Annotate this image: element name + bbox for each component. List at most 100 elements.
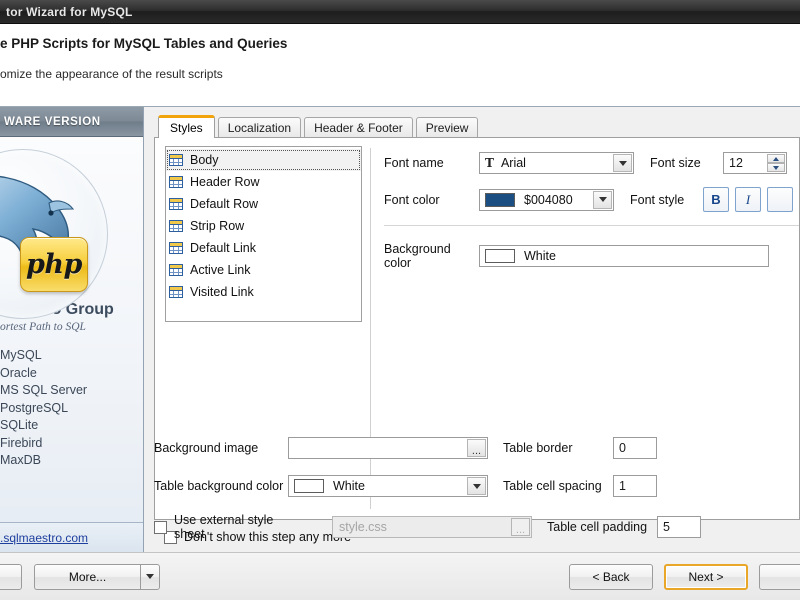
tab-preview[interactable]: Preview	[415, 117, 479, 137]
external-css-row: Use external style sheet style.css ... T…	[154, 513, 800, 541]
page-title: e PHP Scripts for MySQL Tables and Queri…	[0, 36, 288, 51]
page-subtitle: omize the appearance of the result scrip…	[0, 67, 223, 81]
footer-right-buttons: < Back Next >	[569, 563, 800, 590]
db-item: SQLite	[0, 418, 39, 432]
font-size-stepper[interactable]: 12	[723, 152, 787, 174]
font-color-value: $004080	[524, 192, 573, 207]
table-border-label: Table border	[503, 441, 573, 455]
background-color-combo[interactable]: White	[479, 245, 769, 267]
table-icon	[169, 198, 183, 210]
table-icon	[169, 242, 183, 254]
chevron-down-icon[interactable]	[593, 190, 612, 209]
font-name-value: Arial	[500, 156, 526, 170]
italic-button[interactable]: I	[735, 187, 761, 212]
external-css-checkbox[interactable]: Use external style sheet	[154, 513, 288, 541]
window-title: tor Wizard for MySQL	[6, 4, 133, 19]
tab-styles[interactable]: Styles	[158, 115, 215, 138]
section-separator	[384, 225, 799, 226]
sidebar-database-list: MySQL Oracle MS SQL Server PostgreSQL SQ…	[0, 347, 143, 470]
table-icon	[169, 154, 183, 166]
background-image-input[interactable]: ...	[288, 437, 488, 459]
tab-header-footer[interactable]: Header & Footer	[304, 117, 413, 137]
font-name-combo[interactable]: T Arial	[479, 152, 634, 174]
font-color-combo[interactable]: $004080	[479, 188, 614, 211]
list-item-label: Body	[190, 153, 219, 167]
background-color-label: Background color	[384, 242, 451, 270]
browse-button[interactable]: ...	[511, 518, 530, 536]
external-css-input[interactable]: style.css ...	[332, 516, 532, 538]
db-item: Oracle	[0, 365, 37, 380]
table-cell-padding-stepper[interactable]: 5	[657, 516, 701, 538]
font-color-row: Font color $004080 Font style B I	[384, 187, 799, 212]
website-link[interactable]: .sqlmaestro.com	[0, 531, 88, 545]
font-name-row: Font name T Arial Font size 12	[384, 152, 799, 174]
table-icon	[169, 176, 183, 188]
table-cell-spacing-value: 1	[619, 479, 626, 493]
more-button[interactable]: More...	[34, 563, 140, 590]
bold-button[interactable]: B	[703, 187, 729, 212]
background-image-label: Background image	[154, 441, 259, 455]
wizard-footer: More... < Back Next >	[0, 552, 800, 600]
table-settings-group: Background image ... Table border 0 Tabl…	[154, 437, 800, 554]
db-item: MaxDB	[0, 453, 41, 467]
spin-up-icon[interactable]	[767, 154, 785, 163]
help-button[interactable]	[0, 563, 22, 590]
font-color-label: Font color	[384, 192, 440, 207]
font-style-label: Font style	[630, 192, 685, 207]
table-background-combo[interactable]: White	[288, 475, 488, 497]
chevron-down-icon[interactable]	[467, 477, 486, 495]
table-cell-padding-label: Table cell padding	[547, 520, 648, 534]
list-item[interactable]: Strip Row	[166, 215, 361, 237]
wizard-window: tor Wizard for MySQL e PHP Scripts for M…	[0, 0, 800, 600]
truetype-icon: T	[485, 156, 494, 170]
table-cell-padding-value: 5	[663, 520, 670, 534]
table-background-label: Table background color	[154, 479, 284, 493]
php-logo-text: php	[26, 249, 82, 280]
list-item-label: Header Row	[190, 175, 260, 189]
list-item[interactable]: Default Row	[166, 193, 361, 215]
style-list[interactable]: Body Header Row Default Row Strip Row De…	[165, 146, 362, 322]
browse-button[interactable]: ...	[467, 439, 486, 457]
spin-down-icon[interactable]	[767, 163, 785, 172]
title-bar: tor Wizard for MySQL	[0, 0, 800, 24]
font-size-label: Font size	[650, 156, 701, 170]
next-button[interactable]: Next >	[664, 563, 748, 590]
table-icon	[169, 286, 183, 298]
sidebar-version-banner: WARE VERSION	[0, 107, 143, 137]
font-size-value: 12	[729, 156, 743, 170]
list-item-label: Visited Link	[190, 285, 254, 299]
table-background-value: White	[333, 479, 365, 493]
background-color-value: White	[524, 249, 556, 263]
underline-button[interactable]	[767, 187, 793, 212]
list-item[interactable]: Header Row	[166, 171, 361, 193]
chevron-down-icon[interactable]	[613, 154, 632, 172]
db-item: MS SQL Server	[0, 383, 88, 397]
list-item-label: Default Link	[190, 241, 257, 255]
cancel-button[interactable]	[759, 563, 800, 590]
sidebar: WARE VERSION php Group ortest Path to SQ…	[0, 107, 144, 552]
db-item: MySQL	[0, 348, 42, 362]
list-item-label: Default Row	[190, 197, 259, 211]
more-dropdown-button[interactable]	[140, 563, 160, 590]
font-name-label: Font name	[384, 156, 444, 170]
list-item[interactable]: Body	[166, 149, 361, 171]
table-icon	[169, 264, 183, 276]
sidebar-tagline: ortest Path to SQL	[0, 321, 86, 333]
color-swatch	[485, 192, 515, 207]
list-item-label: Active Link	[190, 263, 251, 277]
background-image-row: Background image ... Table border 0	[154, 437, 800, 459]
tab-localization[interactable]: Localization	[217, 117, 302, 137]
sidebar-logo: php	[0, 137, 143, 319]
table-border-stepper[interactable]: 0	[613, 437, 657, 459]
spinner-buttons[interactable]	[767, 154, 785, 172]
sidebar-footer: .sqlmaestro.com	[0, 522, 143, 552]
table-background-row: Table background color White Table cell …	[154, 475, 800, 497]
back-button[interactable]: < Back	[569, 563, 653, 590]
list-item[interactable]: Active Link	[166, 259, 361, 281]
table-cell-spacing-stepper[interactable]: 1	[613, 475, 657, 497]
checkbox-box[interactable]	[154, 520, 167, 534]
list-item-label: Strip Row	[190, 219, 245, 233]
main-content: Styles Localization Header & Footer Prev…	[144, 107, 800, 552]
list-item[interactable]: Visited Link	[166, 281, 361, 303]
list-item[interactable]: Default Link	[166, 237, 361, 259]
